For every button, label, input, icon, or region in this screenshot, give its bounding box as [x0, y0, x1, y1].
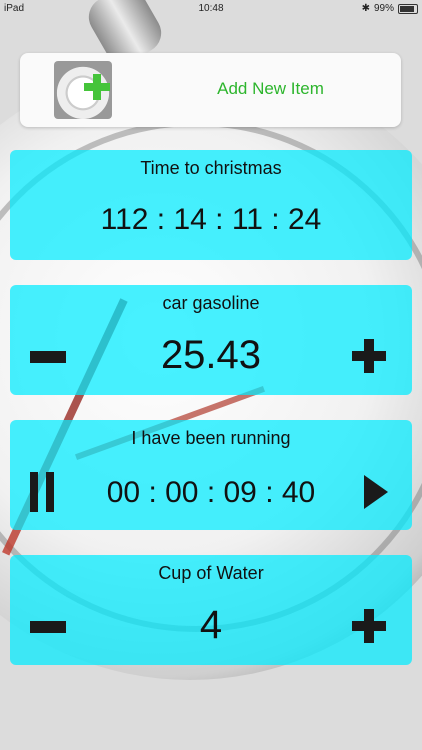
bluetooth-icon: ✱	[361, 3, 370, 14]
item-title: I have been running	[131, 428, 291, 448]
item-card-counter[interactable]: Cup of Water 4	[10, 555, 412, 665]
battery-percent: 99%	[373, 3, 394, 14]
item-card-stopwatch[interactable]: I have been running 00 : 00 : 09 : 40	[10, 420, 412, 530]
countdown-display: 112 : 14 : 11 : 24	[100, 203, 322, 236]
item-card-countdown[interactable]: Time to christmas 112 : 14 : 11 : 24	[10, 150, 412, 260]
add-new-item-button[interactable]: Add New Item	[20, 53, 401, 127]
battery-icon	[398, 3, 418, 14]
status-time: 10:48	[198, 3, 224, 14]
status-bar: iPad 10:48 ✱ 99%	[0, 0, 422, 18]
status-right: ✱ 99%	[362, 3, 418, 14]
increment-button[interactable]	[352, 339, 386, 373]
item-card-counter[interactable]: car gasoline 25.43	[10, 285, 412, 395]
play-button[interactable]	[364, 475, 388, 509]
plus-icon-vertical	[93, 74, 101, 100]
stopwatch-plus-icon	[54, 61, 112, 119]
stopwatch-display: 00 : 00 : 09 : 40	[106, 476, 316, 509]
item-title: Cup of Water	[158, 563, 264, 583]
item-title: car gasoline	[162, 293, 260, 313]
increment-button[interactable]	[352, 609, 386, 643]
add-new-item-label: Add New Item	[217, 79, 324, 98]
item-title: Time to christmas	[140, 158, 282, 178]
